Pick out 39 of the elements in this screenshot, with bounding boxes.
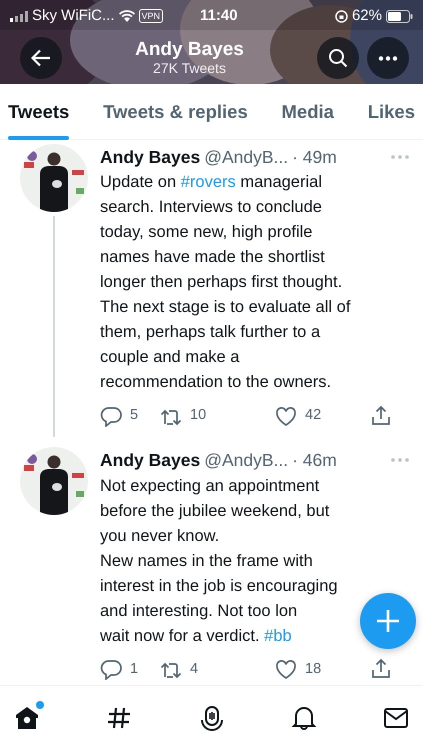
wifi-icon [118, 10, 134, 22]
rotation-lock-icon [334, 10, 348, 22]
clock-time: 11:40 [200, 6, 238, 26]
tweet-time: · 46m [292, 449, 337, 472]
compose-button[interactable] [360, 593, 416, 649]
search-icon [328, 48, 348, 68]
heart-icon[interactable] [275, 659, 297, 680]
reply-icon[interactable] [100, 406, 122, 427]
author-handle: @AndyB... [204, 449, 288, 472]
action-count: 18 [305, 660, 322, 679]
back-arrow-icon [31, 49, 51, 67]
battery-icon [386, 10, 413, 22]
action-count: 5 [130, 406, 138, 426]
action-count: 42 [305, 406, 322, 426]
reply-icon[interactable] [100, 659, 122, 680]
action-count: 4 [190, 660, 198, 679]
author-handle: @AndyB... [204, 146, 288, 169]
plus-icon [375, 608, 401, 634]
profile-name: Andy Bayes [134, 40, 245, 61]
action-count: 10 [190, 406, 206, 426]
profile-tab[interactable]: Tweets [8, 84, 70, 140]
author-name: Andy Bayes [100, 146, 200, 169]
profile-tab[interactable]: Tweets & replies [103, 84, 248, 140]
battery-percentage: 62% [352, 6, 382, 26]
share-icon[interactable] [370, 658, 392, 680]
author-name: Andy Bayes [100, 449, 200, 472]
more-icon [378, 56, 398, 60]
heart-icon[interactable] [275, 406, 297, 427]
tweet-text: Not expecting an appointment before the jubilee weekend, but you never know. New names in the frame with interest in the job is encouraging and interesting. Not too lon wait now for a verdict. #bb [100, 476, 339, 646]
tweet-count: 27K Tweets [152, 60, 227, 76]
tweet-text: Update on #rovers managerial search. Interviews to conclude today, some new, high profile names have made the shortlist longer then perhaps first thought. The next stage is to evaluate all of them, perhaps talk further to a couple and make a recommendation to the owners. [100, 172, 352, 394]
profile-tab[interactable]: Media [282, 84, 334, 140]
vpn-indicator: VPN [138, 9, 164, 23]
tweet-time: · 49m [292, 146, 337, 169]
profile-tab[interactable]: Likes [368, 84, 415, 140]
carrier-name: Sky WiFiC... [32, 6, 114, 26]
share-icon[interactable] [370, 405, 392, 426]
signal-icon [10, 10, 28, 22]
action-count: 1 [130, 660, 138, 679]
